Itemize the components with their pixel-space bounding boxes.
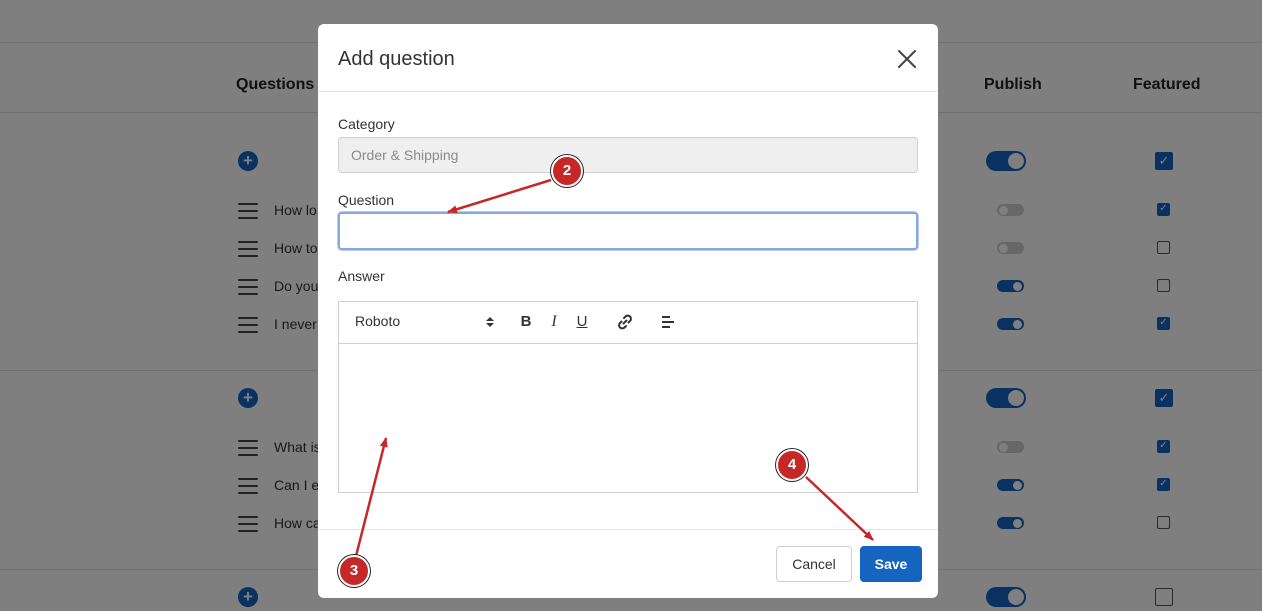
link-icon[interactable] <box>616 313 634 331</box>
select-arrows-icon <box>485 315 495 327</box>
category-field <box>338 137 918 173</box>
align-left-icon[interactable] <box>659 313 677 331</box>
underline-icon[interactable]: U <box>573 313 591 331</box>
category-label: Category <box>338 116 395 132</box>
add-question-modal: Add question Category Question Answer Ro… <box>318 24 938 598</box>
cancel-button[interactable]: Cancel <box>776 546 852 582</box>
font-family-select[interactable]: Roboto <box>355 313 495 331</box>
close-icon[interactable] <box>896 48 918 70</box>
answer-editor: Roboto B I U <box>338 301 918 493</box>
bold-icon[interactable]: B <box>517 313 535 331</box>
step-4-marker: 4 <box>776 449 808 481</box>
question-label: Question <box>338 192 395 208</box>
italic-icon[interactable]: I <box>545 313 563 331</box>
save-button[interactable]: Save <box>860 546 922 582</box>
answer-label: Answer <box>338 268 385 284</box>
question-input[interactable] <box>338 212 918 250</box>
step-2-marker: 2 <box>551 155 583 187</box>
modal-title: Add question <box>338 48 455 70</box>
modal-header: Add question <box>318 24 938 92</box>
step-3-marker: 3 <box>338 555 370 587</box>
editor-toolbar: Roboto B I U <box>339 302 917 344</box>
font-family-value: Roboto <box>355 313 401 329</box>
modal-footer: Cancel Save <box>318 529 938 598</box>
answer-editor-body[interactable] <box>339 344 917 492</box>
